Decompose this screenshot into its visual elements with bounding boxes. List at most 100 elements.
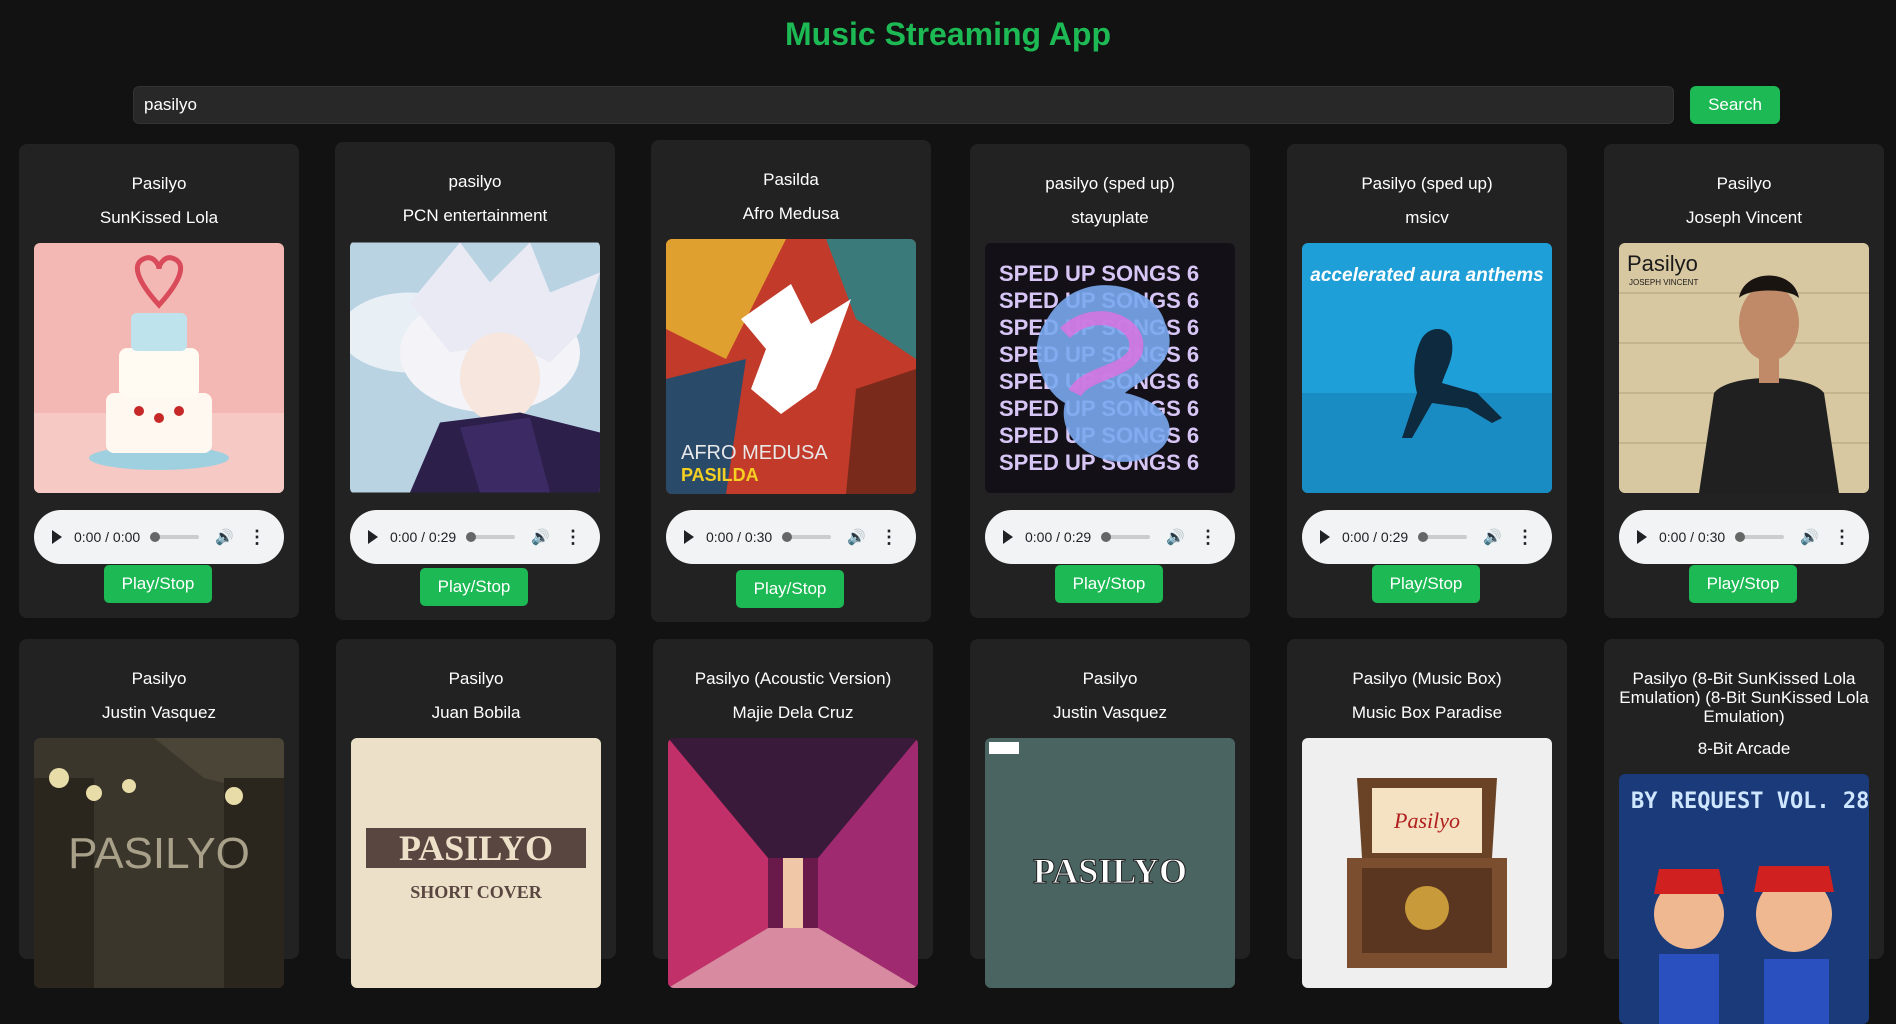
track-artist: Justin Vasquez — [1052, 703, 1168, 722]
art-text: PASILYO — [68, 829, 250, 878]
audio-player[interactable]: 0:00 / 0:29 🔊 ⋮ — [985, 510, 1235, 564]
art-text: AFRO MEDUSA — [681, 442, 828, 464]
play-stop-button[interactable]: Play/Stop — [1055, 565, 1163, 603]
track-card: Pasilyo (Acoustic Version) Majie Dela Cr… — [653, 639, 933, 988]
play-icon[interactable] — [368, 530, 378, 544]
track-artist: Afro Medusa — [742, 204, 840, 223]
play-icon[interactable] — [1320, 530, 1330, 544]
volume-icon[interactable]: 🔊 — [847, 528, 866, 546]
play-stop-button[interactable]: Play/Stop — [1372, 565, 1480, 603]
track-artist: Music Box Paradise — [1351, 703, 1503, 722]
track-artist: SunKissed Lola — [99, 208, 219, 227]
art-text: JOSEPH VINCENT — [1629, 278, 1698, 287]
volume-icon[interactable]: 🔊 — [531, 528, 550, 546]
track-artist: Joseph Vincent — [1686, 208, 1802, 227]
seek-slider[interactable] — [1735, 532, 1785, 542]
art-text: PASILYO — [1033, 851, 1187, 891]
album-art: SPED UP SONGS 6 SPED UP SONGS 6 SPED UP … — [985, 243, 1235, 493]
play-stop-button[interactable]: Play/Stop — [104, 565, 212, 603]
volume-icon[interactable]: 🔊 — [1800, 528, 1819, 546]
track-artist: msicv — [1405, 208, 1449, 227]
track-title: Pasilyo — [448, 669, 504, 688]
track-title: Pasilyo — [131, 669, 187, 688]
audio-time: 0:00 / 0:30 — [706, 529, 773, 545]
album-art: PASILYO SHORT COVER — [351, 738, 601, 988]
more-options-icon[interactable]: ⋮ — [1833, 528, 1851, 546]
play-icon[interactable] — [1003, 530, 1013, 544]
page-title: Music Streaming App — [785, 16, 1111, 52]
track-artist: Justin Vasquez — [101, 703, 217, 722]
more-options-icon[interactable]: ⋮ — [880, 528, 898, 546]
track-title: Pasilyo — [1082, 669, 1138, 688]
track-card: Pasilyo (8-Bit SunKissed Lola Emulation)… — [1604, 639, 1884, 1024]
audio-player[interactable]: 0:00 / 0:29 🔊 ⋮ — [350, 510, 600, 564]
track-card: Pasilyo Joseph Vincent Pasilyo JOSEPH VI… — [1604, 144, 1884, 618]
art-text: BY REQUEST VOL. 288 — [1631, 789, 1869, 814]
volume-icon[interactable]: 🔊 — [1483, 528, 1502, 546]
search-input[interactable] — [133, 86, 1674, 124]
track-title: pasilyo (sped up) — [1045, 174, 1175, 193]
audio-player[interactable]: 0:00 / 0:30 🔊 ⋮ — [1619, 510, 1869, 564]
track-title: Pasilyo — [131, 174, 187, 193]
track-artist: stayuplate — [1071, 208, 1149, 227]
audio-time: 0:00 / 0:29 — [390, 529, 457, 545]
art-text: accelerated aura anthems — [1310, 265, 1543, 286]
more-options-icon[interactable]: ⋮ — [564, 528, 582, 546]
play-icon[interactable] — [684, 530, 694, 544]
more-options-icon[interactable]: ⋮ — [1516, 528, 1534, 546]
seek-slider[interactable] — [150, 532, 200, 542]
album-art — [350, 241, 600, 494]
track-card: pasilyo (sped up) stayuplate SPED UP SON… — [970, 144, 1250, 618]
track-title: Pasilyo (Music Box) — [1352, 669, 1502, 688]
art-text: PASILYO — [399, 828, 553, 868]
track-title: pasilyo — [448, 172, 502, 191]
album-art: BY REQUEST VOL. 288 — [1619, 774, 1869, 1024]
track-card: Pasilyo SunKissed Lola 0:00 / 0:00 🔊 ⋮ P… — [19, 144, 299, 618]
seek-slider[interactable] — [1101, 532, 1151, 542]
play-stop-button[interactable]: Play/Stop — [420, 568, 528, 606]
album-art: accelerated aura anthems — [1302, 243, 1552, 493]
track-card: Pasilda Afro Medusa AFRO MEDUSA PASILDA … — [651, 140, 931, 622]
more-options-icon[interactable]: ⋮ — [248, 528, 266, 546]
track-artist: Juan Bobila — [431, 703, 521, 722]
track-card: pasilyo PCN entertainment 0:00 / 0:29 🔊 … — [335, 142, 615, 620]
track-artist: Majie Dela Cruz — [732, 703, 854, 722]
seek-slider[interactable] — [782, 532, 832, 542]
seek-slider[interactable] — [466, 532, 516, 542]
art-text: Pasilyo — [1627, 251, 1698, 276]
more-options-icon[interactable]: ⋮ — [1199, 528, 1217, 546]
track-artist: 8-Bit Arcade — [1697, 739, 1791, 758]
art-text: SHORT COVER — [410, 882, 543, 902]
track-title: Pasilyo (8-Bit SunKissed Lola Emulation)… — [1619, 669, 1869, 726]
track-card: Pasilyo (Music Box) Music Box Paradise P… — [1287, 639, 1567, 988]
audio-player[interactable]: 0:00 / 0:00 🔊 ⋮ — [34, 510, 284, 564]
seek-slider[interactable] — [1418, 532, 1468, 542]
album-art: PASILYO — [34, 738, 284, 988]
search-button[interactable]: Search — [1690, 86, 1780, 124]
track-card: Pasilyo Justin Vasquez PASILYO — [970, 639, 1250, 988]
volume-icon[interactable]: 🔊 — [215, 528, 234, 546]
audio-time: 0:00 / 0:29 — [1025, 529, 1092, 545]
album-art — [668, 738, 918, 988]
track-card: Pasilyo (sped up) msicv accelerated aura… — [1287, 144, 1567, 618]
album-art — [34, 243, 284, 493]
play-stop-button[interactable]: Play/Stop — [1689, 565, 1797, 603]
play-stop-button[interactable]: Play/Stop — [736, 570, 844, 608]
audio-player[interactable]: 0:00 / 0:29 🔊 ⋮ — [1302, 510, 1552, 564]
art-text: Pasilyo — [1393, 808, 1460, 833]
track-artist: PCN entertainment — [402, 206, 548, 225]
audio-time: 0:00 / 0:29 — [1342, 529, 1409, 545]
track-card: Pasilyo Justin Vasquez PASILYO — [19, 639, 299, 988]
track-title: Pasilyo (sped up) — [1361, 174, 1493, 193]
album-art: AFRO MEDUSA PASILDA — [666, 239, 916, 494]
audio-time: 0:00 / 0:30 — [1659, 529, 1726, 545]
track-title: Pasilda — [763, 170, 819, 189]
album-art: PASILYO — [985, 738, 1235, 988]
play-icon[interactable] — [1637, 530, 1647, 544]
audio-time: 0:00 / 0:00 — [74, 529, 141, 545]
play-icon[interactable] — [52, 530, 62, 544]
art-text: PASILDA — [681, 465, 759, 485]
audio-player[interactable]: 0:00 / 0:30 🔊 ⋮ — [666, 510, 916, 564]
track-card: Pasilyo Juan Bobila PASILYO SHORT COVER — [336, 639, 616, 988]
volume-icon[interactable]: 🔊 — [1166, 528, 1185, 546]
